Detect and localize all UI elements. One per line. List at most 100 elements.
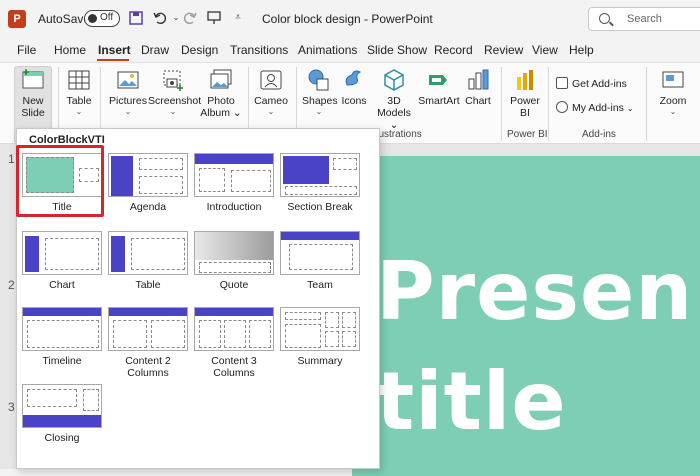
- tab-help[interactable]: Help: [569, 43, 594, 57]
- selected-layout-highlight: [16, 145, 104, 217]
- slide-canvas[interactable]: Presen title: [352, 156, 700, 476]
- cameo-icon: [258, 67, 284, 93]
- cameo-button[interactable]: Cameo ⌄: [254, 67, 288, 117]
- layout-section-break[interactable]: Section Break: [277, 153, 363, 213]
- present-icon[interactable]: [206, 10, 222, 26]
- title-bar: P AutoSave Off ⌄ ⩡ Color block design - …: [0, 0, 700, 38]
- autosave-state: Off: [100, 12, 114, 23]
- shapes-button[interactable]: Shapes ⌄: [302, 67, 338, 117]
- chevron-down-icon: ⌄: [169, 107, 177, 116]
- pictures-button[interactable]: Pictures ⌄: [108, 67, 148, 117]
- group-label-power-bi: Power BI: [507, 129, 548, 140]
- document-title: Color block design - PowerPoint: [262, 12, 433, 26]
- zoom-button[interactable]: Zoom ⌄: [654, 67, 692, 117]
- tab-record[interactable]: Record: [434, 43, 473, 57]
- chart-button[interactable]: Chart: [462, 67, 494, 107]
- power-bi-button[interactable]: Power BI: [508, 67, 542, 119]
- layout-introduction[interactable]: Introduction: [191, 153, 277, 213]
- shapes-icon: [306, 67, 332, 93]
- save-icon[interactable]: [128, 10, 144, 26]
- tab-draw[interactable]: Draw: [141, 43, 169, 57]
- layout-team[interactable]: Team: [277, 231, 363, 291]
- icons-icon: [341, 67, 367, 93]
- chevron-down-icon: ⌄: [124, 107, 132, 116]
- chart-icon: [465, 67, 491, 93]
- slide-number: 3: [8, 400, 15, 414]
- cube-icon: [381, 67, 407, 93]
- tab-view[interactable]: View: [532, 43, 558, 57]
- ribbon-separator: [501, 67, 502, 141]
- 3d-models-button[interactable]: 3D Models ⌄: [372, 67, 416, 131]
- slide-number: 1: [8, 152, 15, 166]
- tab-transitions[interactable]: Transitions: [230, 43, 288, 57]
- chevron-down-icon: ⌄: [315, 107, 323, 116]
- get-add-ins-button[interactable]: Get Add-ins: [556, 77, 627, 90]
- autosave-toggle[interactable]: Off: [84, 10, 120, 27]
- group-label-add-ins: Add-ins: [582, 129, 616, 140]
- layout-thumbnail: [22, 307, 102, 351]
- photo-album-icon: [208, 67, 234, 93]
- ribbon-separator: [646, 67, 647, 141]
- chevron-down-icon: ⌄: [267, 107, 275, 116]
- ribbon-separator: [548, 67, 549, 141]
- tab-file[interactable]: File: [17, 43, 36, 57]
- search-icon: [599, 13, 610, 24]
- slide-title-line-2[interactable]: title: [376, 362, 567, 442]
- layout-thumbnail: [194, 231, 274, 275]
- layout-thumbnail: [108, 153, 188, 197]
- screenshot-button[interactable]: Screenshot ⌄: [148, 67, 201, 117]
- smartart-button[interactable]: SmartArt: [418, 67, 460, 107]
- zoom-icon: [660, 67, 686, 93]
- customize-toolbar-icon[interactable]: ⩡: [230, 10, 246, 26]
- layout-thumbnail: [194, 307, 274, 351]
- layout-thumbnail: [280, 307, 360, 351]
- smartart-icon: [426, 67, 452, 93]
- tab-animations[interactable]: Animations: [298, 43, 357, 57]
- photo-album-button[interactable]: Photo Album ⌄: [200, 67, 242, 119]
- screenshot-icon: [160, 67, 186, 93]
- chevron-down-icon: ⌄: [669, 107, 677, 116]
- table-icon: [66, 67, 92, 93]
- my-add-ins-button[interactable]: My Add-ins ⌄: [556, 101, 634, 114]
- active-tab-indicator: [97, 59, 129, 61]
- new-slide-label: New Slide: [14, 67, 52, 119]
- layout-closing[interactable]: Closing: [19, 384, 105, 444]
- pictures-icon: [115, 67, 141, 93]
- icons-button[interactable]: Icons: [340, 67, 368, 107]
- chevron-down-icon: ⌄: [75, 107, 83, 116]
- redo-icon[interactable]: [182, 10, 198, 26]
- tab-review[interactable]: Review: [484, 43, 523, 57]
- tab-design[interactable]: Design: [181, 43, 218, 57]
- layout-summary[interactable]: Summary: [277, 307, 363, 367]
- layout-content-3-columns[interactable]: Content 3 Columns: [191, 307, 277, 379]
- add-ins-icon: [556, 101, 568, 113]
- autosave-label: AutoSave: [38, 12, 91, 26]
- layout-content-2-columns[interactable]: Content 2 Columns: [105, 307, 191, 379]
- table-button[interactable]: Table ⌄: [64, 67, 94, 117]
- tab-slide-show[interactable]: Slide Show: [367, 43, 427, 57]
- group-label-illustrations: llustrations: [374, 129, 422, 140]
- layout-quote[interactable]: Quote: [191, 231, 277, 291]
- power-bi-icon: [512, 67, 538, 93]
- layout-table[interactable]: Table: [105, 231, 191, 291]
- layout-thumbnail: [280, 231, 360, 275]
- layout-thumbnail: [22, 231, 102, 275]
- tab-insert[interactable]: Insert: [98, 43, 131, 57]
- layout-agenda[interactable]: Agenda: [105, 153, 191, 213]
- store-icon: [556, 77, 568, 89]
- layout-thumbnail: [22, 384, 102, 428]
- layout-chart[interactable]: Chart: [19, 231, 105, 291]
- powerpoint-logo-icon: P: [8, 10, 26, 28]
- slide-number: 2: [8, 278, 15, 292]
- slide-title-line-1[interactable]: Presen: [376, 252, 693, 332]
- toggle-knob-icon: [88, 14, 97, 23]
- layout-thumbnail: [108, 231, 188, 275]
- undo-icon[interactable]: [152, 10, 168, 26]
- layout-timeline[interactable]: Timeline: [19, 307, 105, 367]
- new-slide-icon: [20, 67, 46, 93]
- tab-home[interactable]: Home: [54, 43, 86, 57]
- layout-thumbnail: [280, 153, 360, 197]
- layout-thumbnail: [108, 307, 188, 351]
- search-box[interactable]: Search: [588, 7, 700, 31]
- search-placeholder: Search: [627, 13, 662, 25]
